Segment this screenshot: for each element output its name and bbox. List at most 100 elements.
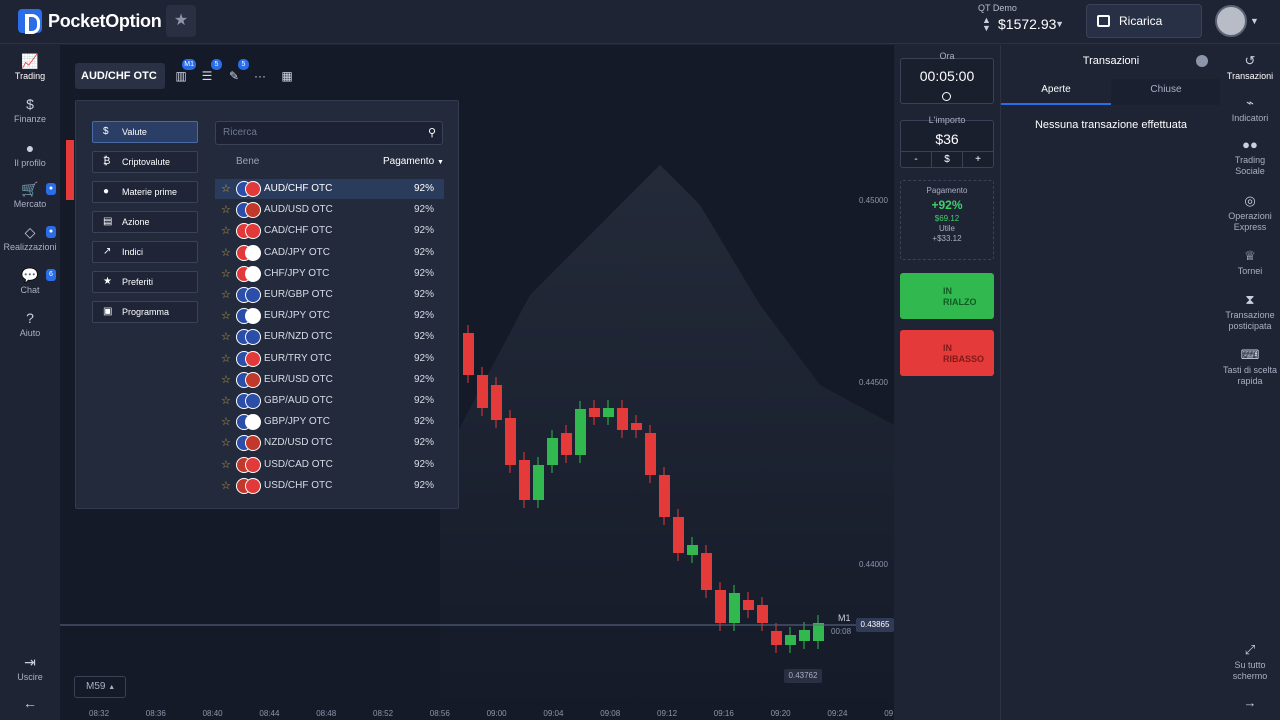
nav-aiuto[interactable]: ? Aiuto <box>0 310 60 338</box>
asset-row[interactable]: ☆ CAD/CHF OTC 92% <box>215 221 444 241</box>
bitcoin-icon: ₿ <box>103 156 111 167</box>
nav-express[interactable]: ◎ Operazioni Express <box>1220 193 1280 233</box>
currency-flags-icon <box>236 371 261 388</box>
category-stocks[interactable]: ▤ Azione <box>92 211 198 233</box>
candle <box>715 590 726 623</box>
sell-down-button[interactable]: IN RIBASSO <box>900 330 994 376</box>
document-icon: ▤ <box>103 216 113 227</box>
candle <box>589 408 600 417</box>
nav-fullscreen[interactable]: ⤢ Su tutto schermo <box>1220 642 1280 682</box>
currency-flags-icon <box>236 393 261 409</box>
star-icon[interactable]: ☆ <box>221 352 231 365</box>
star-icon[interactable]: ☆ <box>221 458 231 471</box>
category-crypto[interactable]: ₿ Criptovalute <box>92 151 198 173</box>
list-icon[interactable] <box>1196 55 1208 67</box>
amount-currency-button[interactable]: $ <box>932 152 963 167</box>
asset-row[interactable]: ☆ NZD/USD OTC 92% <box>215 433 444 453</box>
asset-row[interactable]: ☆ CHF/JPY OTC 92% <box>215 264 444 284</box>
nav-transactions[interactable]: ↺ Transazioni <box>1220 53 1280 82</box>
nav-finanze[interactable]: $ Finanze <box>0 96 60 124</box>
favorites-star-icon[interactable]: ★ <box>166 5 196 37</box>
star-icon[interactable]: ☆ <box>221 288 231 301</box>
asset-row[interactable]: ☆ AUD/CHF OTC 92% <box>215 179 444 199</box>
asset-row[interactable]: ☆ EUR/NZD OTC 92% <box>215 327 444 347</box>
nav-trading[interactable]: 📈 Trading <box>0 53 60 81</box>
nav-mercato[interactable]: 🛒 Mercato ● <box>0 181 60 209</box>
star-icon[interactable]: ☆ <box>221 203 231 216</box>
asset-row[interactable]: ☆ EUR/TRY OTC 92% <box>215 349 444 369</box>
search-input[interactable]: Ricerca ⚲ <box>215 121 443 145</box>
time-axis-label: 08:52 <box>373 709 394 718</box>
profit-value: +$33.12 <box>932 234 962 243</box>
asset-row[interactable]: ☆ CAD/JPY OTC 92% <box>215 243 444 263</box>
chart-type-button[interactable]: ▥ M1 <box>170 59 196 89</box>
chevron-down-icon[interactable]: ▼ <box>1250 16 1259 26</box>
nav-social-trading[interactable]: ●● Trading Sociale <box>1220 137 1280 177</box>
asset-row[interactable]: ☆ AUD/USD OTC 92% <box>215 200 444 220</box>
nav-indicators[interactable]: ⌁ Indicatori <box>1220 95 1280 124</box>
asset-payout: 92% <box>413 267 434 279</box>
current-price-label: 0.43865 <box>856 618 894 632</box>
recharge-button[interactable]: Ricarica Account <box>1086 4 1202 60</box>
star-icon[interactable]: ☆ <box>221 182 231 195</box>
more-button[interactable]: ··· <box>249 63 271 89</box>
currency-flags-icon <box>236 244 261 261</box>
star-icon[interactable]: ☆ <box>221 479 231 492</box>
buy-up-button[interactable]: IN RIALZO <box>900 273 994 319</box>
asset-row[interactable]: ☆ USD/CAD OTC 92% <box>215 455 444 475</box>
nav-pending[interactable]: ⧗ Transazione posticipata <box>1220 292 1280 332</box>
layout-button[interactable]: ▦ <box>276 63 298 89</box>
category-favorites[interactable]: ★ Preferiti <box>92 271 198 293</box>
time-axis-label: 09:20 <box>771 709 792 718</box>
nav-tournaments[interactable]: ♕ Tornei <box>1220 248 1280 277</box>
star-icon[interactable]: ☆ <box>221 394 231 407</box>
avatar[interactable] <box>1215 5 1247 37</box>
time-axis-label: 09:24 <box>827 709 848 718</box>
star-icon[interactable]: ☆ <box>221 415 231 428</box>
asset-row[interactable]: ☆ EUR/GBP OTC 92% <box>215 285 444 305</box>
asset-row[interactable]: ☆ EUR/JPY OTC 92% <box>215 306 444 326</box>
nav-realizzazioni[interactable]: ◇ Realizzazioni ● <box>0 224 60 252</box>
category-schedule[interactable]: ▣ Programma <box>92 301 198 323</box>
currency-flags-icon <box>236 287 261 303</box>
nav-profilo[interactable]: ● Il profilo <box>0 140 60 168</box>
nav-hotkeys[interactable]: ⌨ Tasti di scelta rapida <box>1220 347 1280 387</box>
star-icon[interactable]: ☆ <box>221 330 231 343</box>
star-icon[interactable]: ☆ <box>221 373 231 386</box>
timeframe-selector[interactable]: M59 ▲ <box>74 676 126 698</box>
nav-uscire[interactable]: ⇥ Uscire <box>0 654 60 682</box>
tab-open[interactable]: Aperte <box>1001 79 1111 105</box>
asset-row[interactable]: ☆ GBP/JPY OTC 92% <box>215 412 444 432</box>
category-valute[interactable]: $ Valute <box>92 121 198 143</box>
star-icon[interactable]: ☆ <box>221 246 231 259</box>
asset-selector-button[interactable]: AUD/CHF OTC ▲ <box>75 63 165 107</box>
transactions-panel: Transazioni Aperte Chiuse Nessuna transa… <box>1000 45 1221 720</box>
drawings-button[interactable]: ✎ 5 <box>223 59 249 89</box>
asset-name: GBP/AUD OTC <box>264 395 333 406</box>
category-indices[interactable]: ↗ Indici <box>92 241 198 263</box>
asset-row[interactable]: ☆ EUR/USD OTC 92% <box>215 370 444 390</box>
asset-row[interactable]: ☆ USD/CHF OTC 92% <box>215 476 444 496</box>
star-icon[interactable]: ☆ <box>221 224 231 237</box>
dollar-icon: $ <box>26 96 34 112</box>
star-icon[interactable]: ☆ <box>221 436 231 449</box>
star-icon[interactable]: ☆ <box>221 267 231 280</box>
balance-selector[interactable]: QT Demo ▲ ▼ $1572.93 ▼ <box>978 3 1068 39</box>
low-price-label: 0.43762 <box>784 669 822 683</box>
asset-row[interactable]: ☆ GBP/AUD OTC 92% <box>215 391 444 411</box>
nav-chat[interactable]: 💬 Chat 6 <box>0 267 60 295</box>
collapse-arrow-icon[interactable]: ← <box>0 695 60 713</box>
amount-minus-button[interactable]: - <box>901 152 932 167</box>
logo[interactable]: PocketOption <box>18 9 162 34</box>
tab-closed[interactable]: Chiuse <box>1111 79 1221 105</box>
time-selector[interactable]: 00:05:00 <box>900 58 994 104</box>
category-commodities[interactable]: ● Materie prime <box>92 181 198 203</box>
column-payout-header[interactable]: Pagamento ▼ <box>383 156 444 167</box>
brush-icon: ✎ <box>228 69 240 83</box>
asset-name: CAD/CHF OTC <box>264 225 333 237</box>
indicators-button[interactable]: ☰ 5 <box>196 59 222 89</box>
expand-arrow-icon[interactable]: → <box>1220 695 1280 713</box>
amount-plus-button[interactable]: + <box>963 152 993 167</box>
star-icon[interactable]: ☆ <box>221 309 231 322</box>
amount-box[interactable]: $36 - $ + <box>900 120 994 168</box>
